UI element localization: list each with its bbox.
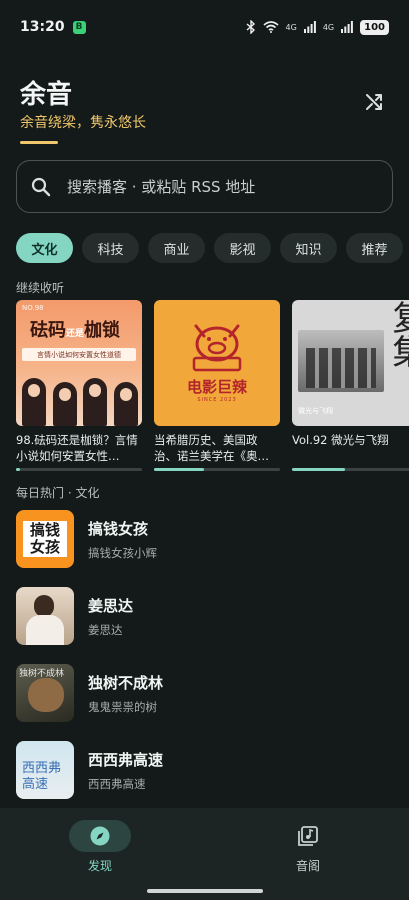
list-item[interactable]: 姜思达 姜思达 bbox=[16, 587, 393, 645]
app-title: 余音 bbox=[20, 80, 73, 110]
list-item[interactable]: 西西弗高速 西西弗高速 西西弗高速 bbox=[16, 741, 393, 799]
list-item[interactable]: 独树不成林 独树不成林 鬼鬼祟祟的树 bbox=[16, 664, 393, 722]
podcast-author: 姜思达 bbox=[88, 622, 123, 637]
podcast-title: 独树不成林 bbox=[88, 673, 164, 692]
progress-fill bbox=[16, 468, 20, 471]
episode-cover: 复集 微光与飞翔 bbox=[292, 300, 409, 426]
podcast-cover: 搞钱女孩 bbox=[16, 510, 74, 568]
nav-pill bbox=[277, 820, 339, 852]
signal-icon-2 bbox=[341, 21, 354, 33]
continue-card[interactable]: NO.98 砝码还是枷锁 言情小说如何安置女性道德 98.砝码还是枷锁？言情小说… bbox=[16, 300, 142, 472]
cover-title: 独树不成林 bbox=[19, 669, 65, 679]
cover-title: 砝码还是枷锁 bbox=[30, 320, 121, 341]
podcast-title: 搞钱女孩 bbox=[88, 519, 149, 538]
cover-title: 电影巨辣 bbox=[186, 378, 247, 396]
pig-logo-icon bbox=[192, 324, 242, 372]
cover-since: SINCE 2023 bbox=[197, 397, 237, 403]
episode-title: 当希腊历史、美国政治、诺兰美学在《奥… bbox=[154, 433, 269, 463]
bottom-nav: 发现 音阁 bbox=[0, 808, 409, 900]
nav-label: 音阁 bbox=[295, 859, 320, 873]
tab-tech[interactable]: 科技 bbox=[82, 233, 139, 263]
search-icon bbox=[31, 177, 51, 196]
title-underline bbox=[20, 141, 58, 144]
nav-pill bbox=[69, 820, 131, 852]
cover-caption: 微光与飞翔 bbox=[298, 407, 333, 415]
cover-title: 搞钱女孩 bbox=[23, 521, 67, 557]
music-library-icon bbox=[298, 826, 318, 846]
status-time: 13:20 bbox=[20, 19, 65, 35]
daily-section-label: 每日热门 · 文化 bbox=[16, 486, 100, 500]
notification-badge: B bbox=[72, 20, 86, 34]
battery-indicator: 100 bbox=[360, 19, 389, 35]
continue-list: NO.98 砝码还是枷锁 言情小说如何安置女性道德 98.砝码还是枷锁？言情小说… bbox=[16, 300, 409, 472]
episode-cover: 电影巨辣 SINCE 2023 bbox=[154, 300, 280, 426]
tab-culture[interactable]: 文化 bbox=[16, 233, 73, 263]
continue-card[interactable]: 复集 微光与飞翔 Vol.92 微光与飞翔 bbox=[292, 300, 409, 472]
podcast-cover: 西西弗高速 bbox=[16, 741, 74, 799]
bluetooth-icon bbox=[246, 20, 255, 34]
cover-figures bbox=[22, 374, 138, 426]
shuffle-icon bbox=[366, 94, 382, 110]
signal-icon-1 bbox=[303, 21, 316, 33]
podcast-cover bbox=[16, 587, 74, 645]
podcast-title: 姜思达 bbox=[88, 596, 134, 615]
home-indicator[interactable] bbox=[147, 889, 263, 893]
category-tabs: 文化 科技 商业 影视 知识 推荐 bbox=[16, 233, 409, 263]
cover-title: 西西弗高速 bbox=[22, 761, 62, 792]
episode-title: 98.砝码还是枷锁？言情小说如何安置女性… bbox=[16, 433, 138, 463]
status-bar: 13:20 B 4G 4G 100 bbox=[0, 0, 409, 54]
nav-discover[interactable]: 发现 bbox=[50, 820, 150, 874]
compass-icon bbox=[90, 826, 110, 846]
nav-label: 发现 bbox=[87, 859, 112, 873]
cover-title: 复集 bbox=[386, 300, 409, 368]
search-input[interactable] bbox=[67, 177, 357, 196]
progress-fill bbox=[154, 468, 204, 471]
network-label-1: 4G bbox=[285, 22, 297, 32]
continue-card[interactable]: 电影巨辣 SINCE 2023 当希腊历史、美国政治、诺兰美学在《奥… bbox=[154, 300, 280, 472]
cover-band: 言情小说如何安置女性道德 bbox=[22, 348, 136, 361]
shuffle-button[interactable] bbox=[360, 88, 388, 116]
app-subtitle: 余音绕梁，隽永悠长 bbox=[20, 115, 146, 131]
cover-number: NO.98 bbox=[22, 304, 44, 312]
cover-photo bbox=[298, 330, 384, 392]
tab-knowledge[interactable]: 知识 bbox=[280, 233, 337, 263]
continue-section-label: 继续收听 bbox=[16, 281, 65, 295]
list-item[interactable]: 搞钱女孩 搞钱女孩 搞钱女孩小辉 bbox=[16, 510, 393, 568]
podcast-title: 西西弗高速 bbox=[88, 750, 164, 769]
progress-bar bbox=[154, 468, 280, 471]
progress-fill bbox=[292, 468, 345, 471]
network-label-2: 4G bbox=[322, 22, 335, 32]
podcast-author: 西西弗高速 bbox=[88, 776, 146, 791]
podcast-author: 鬼鬼祟祟的树 bbox=[88, 699, 157, 714]
search-box[interactable] bbox=[16, 160, 393, 213]
tab-recommend[interactable]: 推荐 bbox=[346, 233, 403, 263]
nav-library[interactable]: 音阁 bbox=[258, 820, 358, 874]
progress-bar bbox=[16, 468, 142, 471]
podcast-cover: 独树不成林 bbox=[16, 664, 74, 722]
tab-business[interactable]: 商业 bbox=[148, 233, 205, 263]
tab-film[interactable]: 影视 bbox=[214, 233, 271, 263]
episode-title: Vol.92 微光与飞翔 bbox=[292, 433, 389, 447]
status-icons: 4G 4G 100 bbox=[246, 19, 389, 35]
episode-cover: NO.98 砝码还是枷锁 言情小说如何安置女性道德 bbox=[16, 300, 142, 426]
podcast-author: 搞钱女孩小辉 bbox=[88, 545, 157, 560]
progress-bar bbox=[292, 468, 409, 471]
wifi-icon bbox=[263, 21, 279, 33]
